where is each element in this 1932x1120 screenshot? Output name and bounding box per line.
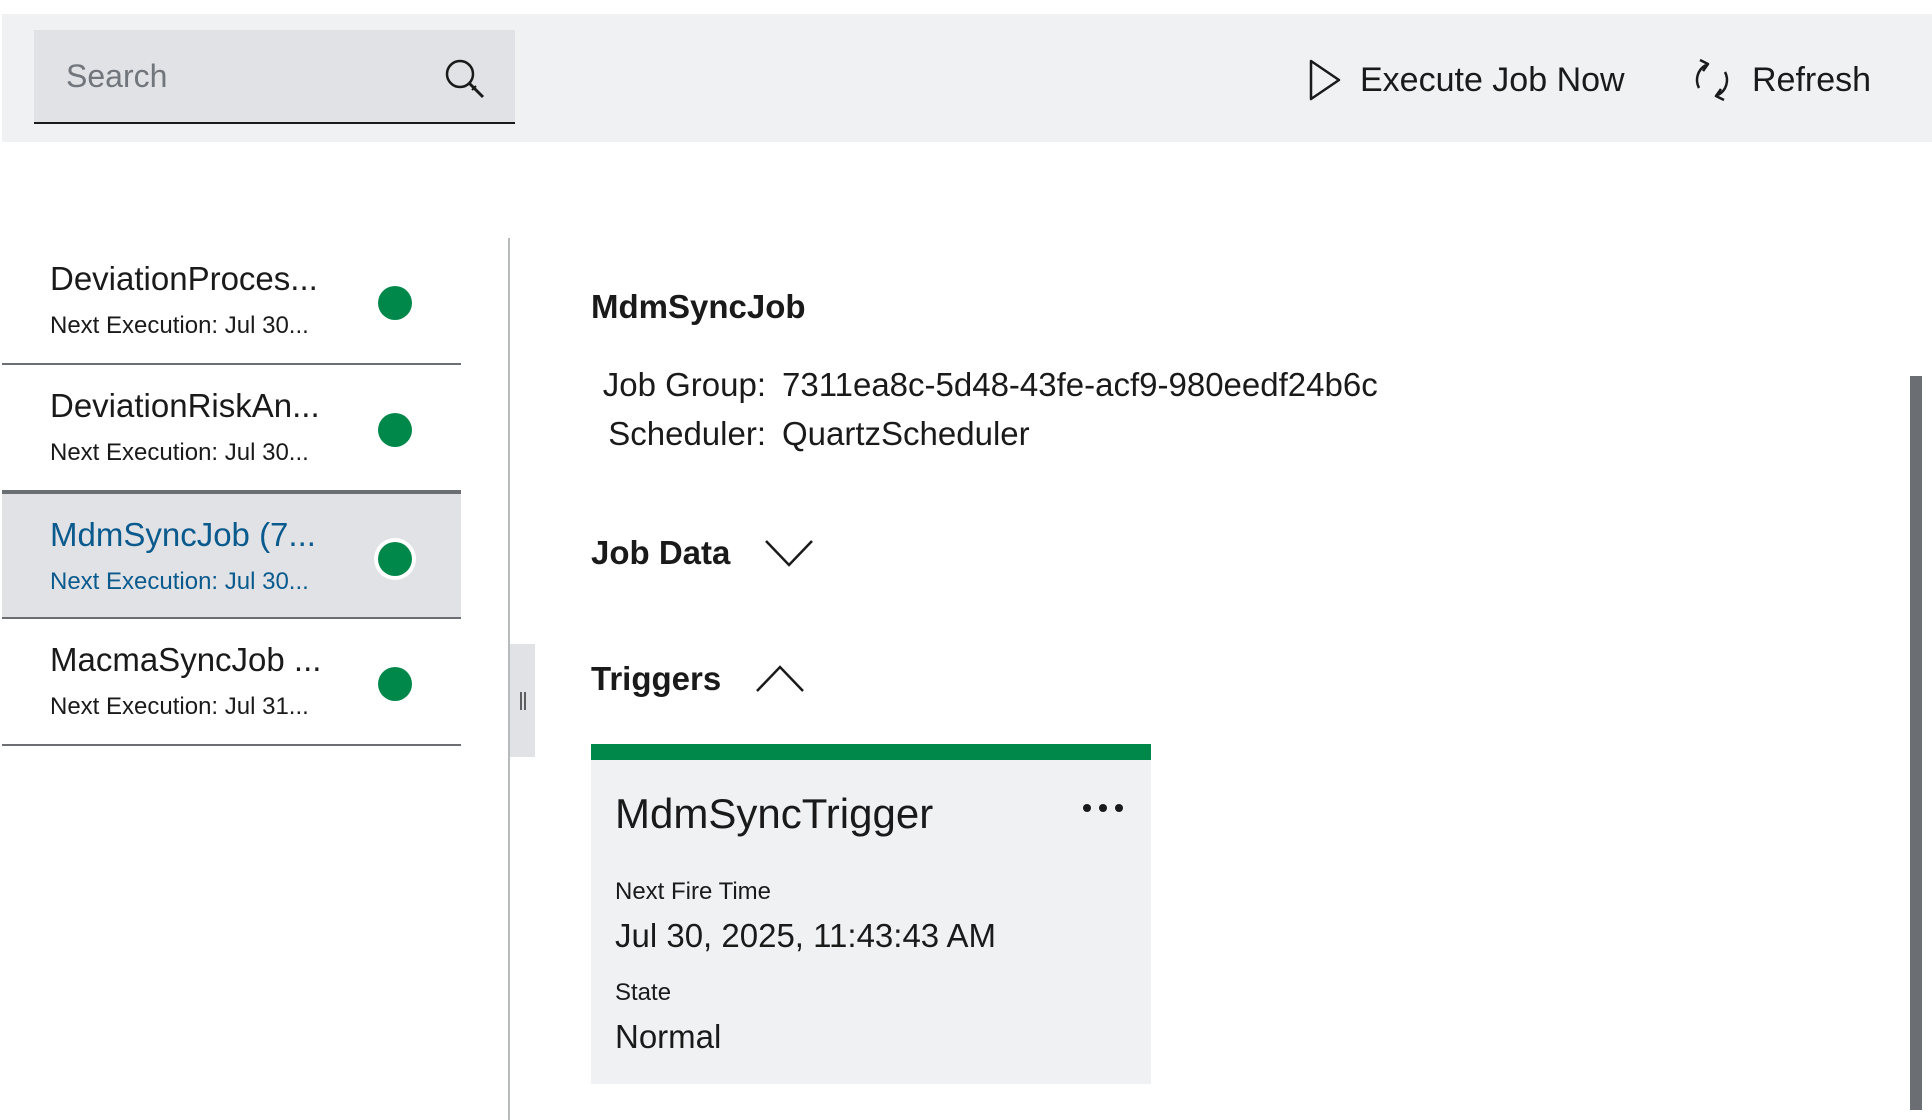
job-name: DeviationProces... [50,260,318,297]
job-data-toggle[interactable]: Job Data [591,534,814,572]
grip-icon [519,691,526,710]
job-next-execution: Next Execution: Jul 30... [50,568,309,595]
next-fire-time-value: Jul 30, 2025, 11:43:43 AM [615,917,996,954]
triggers-toggle[interactable]: Triggers [591,660,805,698]
job-name: MacmaSyncJob ... [50,641,322,678]
triggers-label: Triggers [591,660,722,697]
job-list-item[interactable]: DeviationRiskAn... Next Execution: Jul 3… [2,365,461,492]
job-list: DeviationProces... Next Execution: Jul 3… [2,238,461,746]
state-value: Normal [615,1018,722,1055]
job-list-item[interactable]: DeviationProces... Next Execution: Jul 3… [2,238,461,365]
status-dot [378,413,412,447]
chevron-up-icon [756,665,805,692]
trigger-card: MdmSyncTrigger Next Fire Time Jul 30, 20… [591,744,1151,1084]
job-list-item-selected[interactable]: MdmSyncJob (7... Next Execution: Jul 30.… [2,492,461,619]
status-dot [378,667,412,701]
scheduler-label: Scheduler: [608,415,766,452]
execute-job-now-button[interactable]: Execute Job Now [1308,54,1625,106]
search-icon[interactable] [443,57,487,101]
job-data-label: Job Data [591,534,731,571]
search-input[interactable] [34,30,434,122]
play-icon [1309,59,1341,101]
toolbar: Execute Job Now Refresh [2,14,1932,142]
job-next-execution: Next Execution: Jul 30... [50,439,309,466]
resize-handle[interactable] [510,644,535,757]
scheduler-value: QuartzScheduler [782,415,1030,452]
next-fire-time-label: Next Fire Time [615,878,772,905]
job-title: MdmSyncJob [591,288,806,325]
state-label: State [615,979,672,1006]
more-icon[interactable] [1079,798,1127,818]
job-name: MdmSyncJob (7... [50,516,316,553]
chevron-down-icon [765,540,814,567]
job-next-execution: Next Execution: Jul 31... [50,693,309,720]
job-group-value: 7311ea8c-5d48-43fe-acf9-980eedf24b6c [782,366,1378,403]
refresh-button[interactable]: Refresh [1690,54,1871,106]
scrollbar[interactable] [1910,376,1922,1110]
job-list-item[interactable]: MacmaSyncJob ... Next Execution: Jul 31.… [2,619,461,746]
status-dot [378,542,412,576]
refresh-label: Refresh [1752,60,1872,99]
job-name: DeviationRiskAn... [50,387,320,424]
trigger-name: MdmSyncTrigger [615,790,934,837]
execute-job-now-label: Execute Job Now [1360,60,1625,99]
refresh-icon [1695,58,1729,102]
job-next-execution: Next Execution: Jul 30... [50,312,309,339]
job-group-label: Job Group: [602,366,766,403]
search-box [34,30,515,124]
status-dot [378,286,412,320]
